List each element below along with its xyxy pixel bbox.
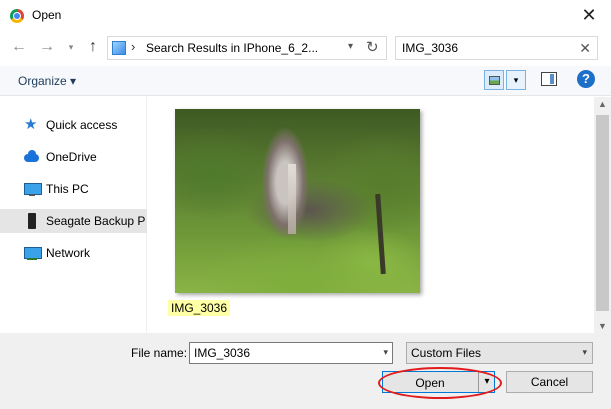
chevron-down-icon[interactable]: ▾: [348, 41, 353, 52]
title-bar: Open ✕: [0, 0, 611, 32]
file-name-label[interactable]: IMG_3036: [168, 300, 231, 316]
open-button-label: Open: [415, 376, 445, 390]
navigation-pane: ★ Quick access OneDrive This PC Seagate …: [0, 97, 147, 333]
file-list: IMG_3036: [148, 97, 593, 333]
scroll-down-icon[interactable]: ▼: [598, 321, 607, 331]
file-name-value[interactable]: IMG_3036: [194, 346, 250, 360]
up-arrow-icon[interactable]: ↑: [82, 36, 104, 58]
search-results-folder-icon: [112, 41, 126, 55]
recent-locations-icon[interactable]: ▾: [60, 36, 82, 58]
dialog-footer: File name: IMG_3036 ▾ Custom Files ▾ Ope…: [0, 333, 611, 409]
sidebar-item-network[interactable]: Network: [0, 241, 147, 265]
sidebar-item-label: This PC: [46, 182, 89, 196]
tree-trunk-image: [375, 193, 386, 275]
sidebar-item-seagate-backup-plus[interactable]: Seagate Backup Plus: [0, 209, 147, 233]
sidebar-item-label: Quick access: [46, 118, 118, 132]
clear-search-icon[interactable]: ✕: [579, 40, 591, 57]
cancel-button[interactable]: Cancel: [506, 371, 593, 393]
waterfall-image: [288, 164, 296, 234]
sidebar-item-this-pc[interactable]: This PC: [0, 177, 147, 201]
address-bar[interactable]: › Search Results in IPhone_6_2... ▾ ↻: [107, 36, 387, 60]
back-arrow-icon[interactable]: ←: [8, 36, 30, 58]
refresh-icon[interactable]: ↻: [366, 38, 379, 56]
cloud-icon: [24, 149, 40, 165]
help-icon[interactable]: ?: [577, 70, 595, 88]
file-name-field[interactable]: IMG_3036 ▾: [189, 342, 393, 364]
network-icon: [24, 245, 42, 261]
chevron-down-icon[interactable]: ▾: [582, 347, 587, 358]
sidebar-item-label: OneDrive: [46, 150, 97, 164]
breadcrumb-separator-icon[interactable]: ›: [131, 39, 135, 54]
file-type-select[interactable]: Custom Files ▾: [406, 342, 593, 364]
drive-icon: [24, 213, 40, 229]
scroll-up-icon[interactable]: ▲: [598, 99, 607, 109]
open-options-dropdown-icon[interactable]: ▾: [478, 372, 495, 392]
organize-menu-button[interactable]: Organize ▾: [18, 74, 76, 88]
change-view-button[interactable]: [484, 70, 504, 90]
close-icon[interactable]: ✕: [575, 2, 603, 28]
chevron-down-icon[interactable]: ▾: [383, 347, 388, 358]
address-path[interactable]: Search Results in IPhone_6_2...: [146, 41, 336, 55]
file-name-field-label: File name:: [131, 346, 188, 360]
preview-pane-icon[interactable]: [541, 72, 557, 86]
sidebar-item-label: Seagate Backup Plus: [46, 214, 146, 228]
search-value[interactable]: IMG_3036: [402, 41, 458, 55]
search-input[interactable]: IMG_3036 ✕: [395, 36, 598, 60]
star-icon: ★: [24, 116, 38, 133]
chrome-icon: [10, 9, 24, 23]
sidebar-item-onedrive[interactable]: OneDrive: [0, 145, 147, 169]
window-title: Open: [32, 8, 62, 22]
computer-icon: [24, 181, 42, 197]
file-thumbnail[interactable]: [175, 109, 420, 293]
forward-arrow-icon[interactable]: →: [36, 36, 58, 58]
command-bar: Organize ▾ ▾ ?: [0, 66, 611, 96]
thumbnail-view-icon: [489, 76, 500, 85]
vertical-scrollbar[interactable]: ▲ ▼: [594, 97, 611, 333]
view-options-dropdown-icon[interactable]: ▾: [506, 70, 526, 90]
navigation-bar: ← → ▾ ↑ › Search Results in IPhone_6_2..…: [0, 32, 611, 64]
open-button[interactable]: Open ▾: [382, 371, 495, 393]
sidebar-item-quick-access[interactable]: ★ Quick access: [0, 113, 147, 137]
scrollbar-thumb[interactable]: [596, 115, 609, 311]
sidebar-item-label: Network: [46, 246, 91, 260]
file-type-value: Custom Files: [411, 346, 482, 360]
